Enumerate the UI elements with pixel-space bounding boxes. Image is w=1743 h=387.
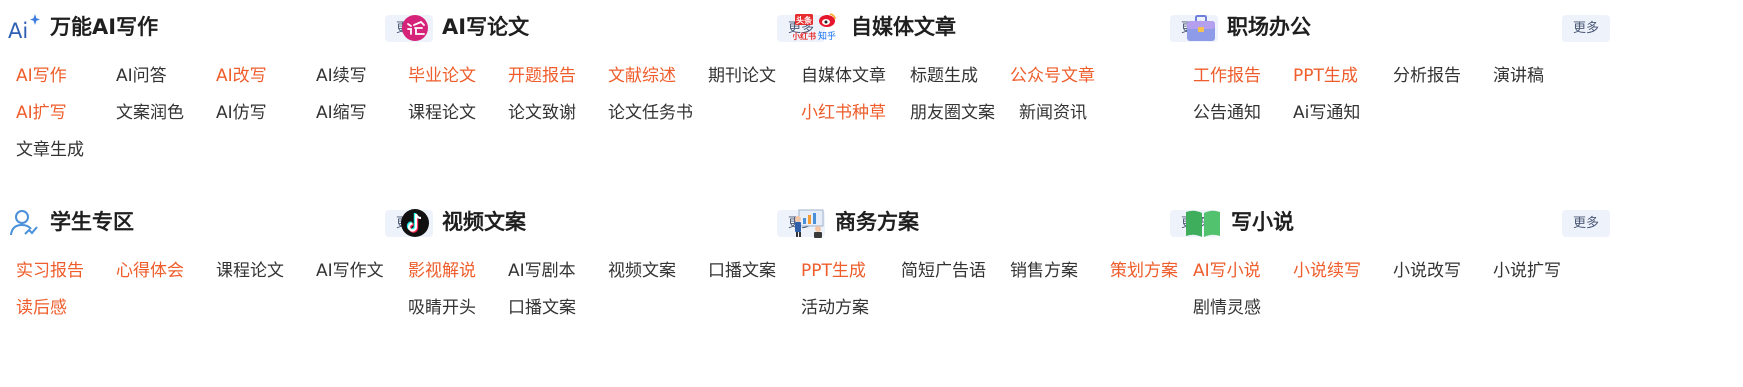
link-item[interactable]: AI扩写 — [16, 95, 116, 132]
section-header: 写小说 更多 — [1185, 205, 1610, 241]
link-item[interactable]: 文献综述 — [608, 58, 708, 95]
link-item[interactable]: 新闻资讯 — [1019, 95, 1119, 132]
link-item[interactable]: AI写作文 — [316, 253, 416, 290]
link-item[interactable]: AI缩写 — [316, 95, 416, 132]
section-title: 商务方案 — [835, 210, 919, 234]
section-header: AI写论文 更多 — [400, 10, 825, 46]
link-item[interactable]: 小红书种草 — [801, 95, 910, 132]
section-links: AI写小说 小说续写 小说改写 小说扩写 剧情灵感 — [1193, 253, 1603, 327]
link-item[interactable]: 视频文案 — [608, 253, 708, 290]
link-item[interactable]: PPT生成 — [801, 253, 901, 290]
link-item[interactable]: AI仿写 — [216, 95, 316, 132]
link-item[interactable]: 影视解说 — [408, 253, 508, 290]
link-item[interactable]: 口播文案 — [508, 290, 608, 327]
link-item[interactable]: AI写剧本 — [508, 253, 608, 290]
link-item[interactable]: 课程论文 — [216, 253, 316, 290]
media-platforms-icon: 头条 小红书 知乎 — [791, 12, 839, 44]
link-item[interactable]: 分析报告 — [1393, 58, 1493, 95]
link-item[interactable]: AI写作 — [16, 58, 116, 95]
section-title: 学生专区 — [50, 210, 134, 234]
section-links: 自媒体文章 标题生成 公众号文章 小红书种草 朋友圈文案 新闻资讯 — [801, 58, 1211, 132]
link-item[interactable]: 期刊论文 — [708, 58, 808, 95]
link-item[interactable]: 心得体会 — [116, 253, 216, 290]
section-title: 职场办公 — [1227, 15, 1311, 39]
link-item[interactable]: 实习报告 — [16, 253, 116, 290]
section-header: Ai 万能AI写作 更多 — [8, 10, 433, 46]
section-title: 视频文案 — [442, 210, 526, 234]
link-item[interactable]: 工作报告 — [1193, 58, 1293, 95]
link-item[interactable]: 口播文案 — [708, 253, 808, 290]
link-item[interactable]: 销售方案 — [1010, 253, 1110, 290]
paper-lun-icon — [400, 12, 432, 44]
category-grid: Ai 万能AI写作 更多 AI写作 AI问答 AI改写 AI续写 AI扩写 文案… — [0, 0, 1743, 387]
tiktok-icon — [400, 207, 432, 239]
section-header: 学生专区 更多 — [8, 205, 433, 241]
briefcase-icon — [1185, 12, 1217, 44]
section-header: 视频文案 更多 — [400, 205, 825, 241]
xiaohongshu-logo-text: 小红书 — [793, 31, 816, 41]
link-item[interactable]: 自媒体文章 — [801, 58, 910, 95]
section-links: AI写作 AI问答 AI改写 AI续写 AI扩写 文案润色 AI仿写 AI缩写 … — [16, 58, 426, 169]
zhihu-logo-text: 知乎 — [818, 30, 836, 42]
link-item[interactable]: 课程论文 — [408, 95, 508, 132]
link-item[interactable]: 演讲稿 — [1493, 58, 1593, 95]
link-item[interactable]: 读后感 — [16, 290, 116, 327]
link-item[interactable]: 小说续写 — [1293, 253, 1393, 290]
link-item[interactable]: 朋友圈文案 — [910, 95, 1019, 132]
section-title: 写小说 — [1231, 210, 1294, 234]
link-item[interactable]: 公告通知 — [1193, 95, 1293, 132]
section-links: 影视解说 AI写剧本 视频文案 口播文案 吸睛开头 口播文案 — [408, 253, 818, 327]
ai-sparkle-icon: Ai — [8, 12, 40, 44]
section-title: 自媒体文章 — [851, 15, 956, 39]
link-item[interactable]: 文案润色 — [116, 95, 216, 132]
link-item[interactable]: AI问答 — [116, 58, 216, 95]
more-button[interactable]: 更多 — [1562, 15, 1610, 42]
link-item[interactable]: PPT生成 — [1293, 58, 1393, 95]
link-item[interactable]: 吸睛开头 — [408, 290, 508, 327]
link-item[interactable]: 标题生成 — [910, 58, 1010, 95]
link-item[interactable]: 简短广告语 — [901, 253, 1010, 290]
section-title: 万能AI写作 — [50, 15, 159, 39]
section-header: 职场办公 更多 — [1185, 10, 1610, 46]
link-item[interactable]: 毕业论文 — [408, 58, 508, 95]
toutiao-logo-text: 头条 — [796, 15, 813, 25]
link-item[interactable]: 小说改写 — [1393, 253, 1493, 290]
section-links: 毕业论文 开题报告 文献综述 期刊论文 课程论文 论文致谢 论文任务书 — [408, 58, 818, 132]
link-item[interactable]: 小说扩写 — [1493, 253, 1593, 290]
open-book-icon — [1185, 207, 1221, 239]
section-links: 实习报告 心得体会 课程论文 AI写作文 读后感 — [16, 253, 426, 327]
section-links: PPT生成 简短广告语 销售方案 策划方案 活动方案 — [801, 253, 1211, 327]
section-header: 头条 小红书 知乎 自媒体文章 更多 — [791, 10, 1218, 46]
link-item[interactable]: AI写小说 — [1193, 253, 1293, 290]
svg-text:Ai: Ai — [8, 19, 28, 43]
link-item[interactable]: AI改写 — [216, 58, 316, 95]
section-title: AI写论文 — [442, 15, 530, 39]
link-item[interactable]: Ai写通知 — [1293, 95, 1393, 132]
section-header: 商务方案 更多 — [793, 205, 1218, 241]
link-item[interactable]: 文章生成 — [16, 132, 116, 169]
link-item[interactable]: 活动方案 — [801, 290, 901, 327]
link-item[interactable]: 论文致谢 — [508, 95, 608, 132]
link-item[interactable]: 开题报告 — [508, 58, 608, 95]
link-item[interactable]: 公众号文章 — [1010, 58, 1119, 95]
business-presentation-icon — [793, 207, 825, 239]
link-item[interactable]: 论文任务书 — [608, 95, 717, 132]
more-button[interactable]: 更多 — [1562, 210, 1610, 237]
student-icon — [8, 207, 40, 239]
link-item[interactable]: 剧情灵感 — [1193, 290, 1293, 327]
section-links: 工作报告 PPT生成 分析报告 演讲稿 公告通知 Ai写通知 — [1193, 58, 1603, 132]
link-item[interactable]: AI续写 — [316, 58, 416, 95]
